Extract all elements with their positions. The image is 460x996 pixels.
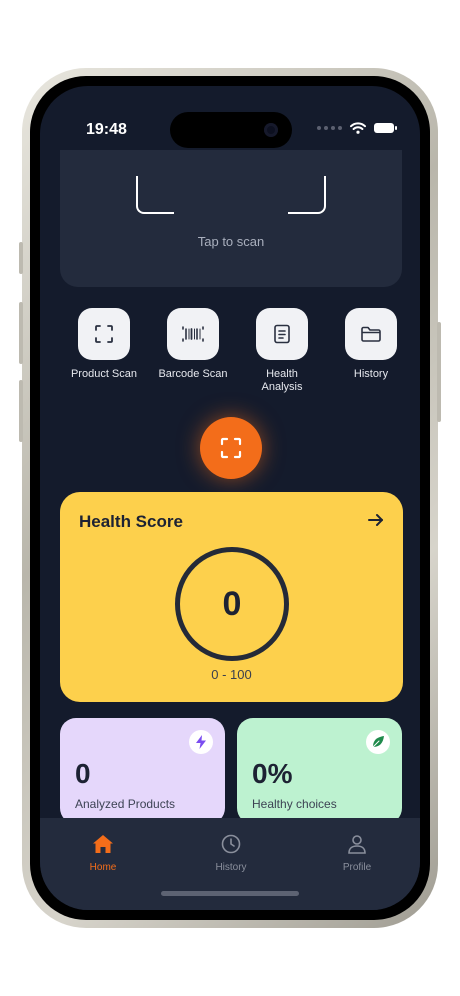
barcode-scan-label: Barcode Scan	[158, 368, 228, 380]
barcode-scan-tile[interactable]	[167, 308, 219, 360]
healthy-choices-card[interactable]: 0% Healthy choices	[237, 718, 402, 824]
scan-frame-icon	[220, 437, 242, 459]
health-score-value: 0	[222, 584, 242, 623]
scan-frame-corner	[136, 176, 174, 214]
healthy-choices-label: Healthy choices	[252, 797, 337, 811]
scan-fab-button[interactable]	[200, 417, 262, 479]
arrow-right-icon[interactable]	[367, 512, 385, 528]
phone-frame: 19:48 Tap to scan Product Scan Barcode S…	[19, 68, 441, 928]
health-score-range: 0 - 100	[211, 667, 252, 682]
scan-area[interactable]: Tap to scan	[60, 150, 402, 287]
mute-switch	[19, 242, 23, 274]
quick-action-health-analysis[interactable]: Health Analysis	[237, 308, 327, 394]
volume-up-button	[19, 302, 23, 364]
healthy-choices-value: 0%	[252, 758, 293, 789]
bezel: 19:48 Tap to scan Product Scan Barcode S…	[30, 76, 430, 920]
clock-icon	[221, 834, 241, 854]
history-tile[interactable]	[345, 308, 397, 360]
product-scan-label: Product Scan	[70, 368, 138, 380]
analyzed-products-card[interactable]: 0 Analyzed Products	[60, 718, 225, 824]
tab-history-label: History	[215, 862, 247, 873]
document-icon	[274, 324, 290, 344]
tab-bar: Home History Profile	[40, 818, 420, 910]
health-score-card[interactable]: Health Score 0 0 - 100	[60, 492, 403, 702]
status-time: 19:48	[86, 121, 127, 138]
home-indicator	[161, 891, 299, 896]
quick-action-barcode-scan[interactable]: Barcode Scan	[148, 308, 238, 381]
badge	[189, 730, 213, 754]
tab-profile-label: Profile	[342, 862, 372, 873]
leaf-icon	[372, 736, 384, 748]
badge	[366, 730, 390, 754]
scan-frame-icon	[95, 325, 113, 343]
tab-history[interactable]: History	[191, 834, 271, 873]
tab-home[interactable]: Home	[63, 834, 143, 873]
status-icons	[317, 122, 397, 134]
history-label: History	[353, 368, 389, 380]
folder-icon	[361, 326, 381, 342]
home-icon	[93, 835, 113, 853]
wifi-icon	[350, 122, 366, 134]
tab-profile[interactable]: Profile	[317, 834, 397, 873]
health-analysis-tile[interactable]	[256, 308, 308, 360]
app-screen: 19:48 Tap to scan Product Scan Barcode S…	[40, 86, 420, 910]
quick-action-product-scan[interactable]: Product Scan	[59, 308, 149, 381]
quick-action-history[interactable]: History	[326, 308, 416, 381]
person-icon	[348, 835, 366, 854]
scan-frame-corner	[288, 176, 326, 214]
analyzed-products-count: 0	[75, 758, 91, 789]
signal-icon	[317, 126, 342, 130]
battery-icon	[374, 123, 397, 133]
analyzed-products-label: Analyzed Products	[75, 797, 176, 811]
tab-home-label: Home	[89, 862, 117, 873]
health-analysis-label: Health Analysis	[261, 368, 303, 393]
dynamic-island	[170, 112, 292, 148]
health-score-title: Health Score	[79, 512, 183, 531]
health-score-ring: 0	[175, 547, 289, 661]
lightning-icon	[196, 735, 206, 749]
power-button	[437, 322, 441, 422]
barcode-icon	[182, 326, 204, 342]
camera-icon	[264, 123, 278, 137]
tap-to-scan-label: Tap to scan	[197, 234, 265, 249]
volume-down-button	[19, 380, 23, 442]
product-scan-tile[interactable]	[78, 308, 130, 360]
